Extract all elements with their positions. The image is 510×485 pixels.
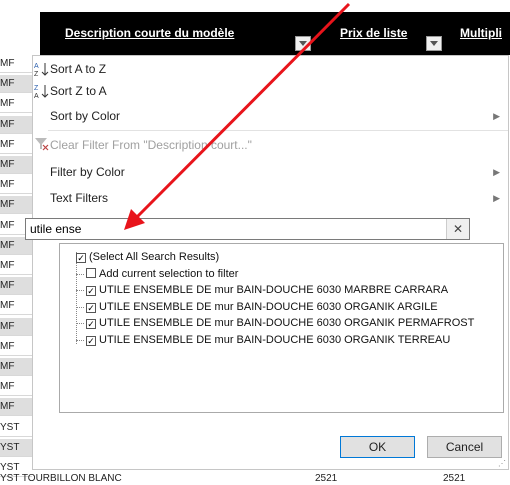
worksheet-left-strip: MF MF MF MF MF MF MF MF MF MF MF MF MF MF MF MF MF MF YST Y… (0, 55, 32, 477)
worksheet-cell: MF (0, 156, 32, 174)
filter-dropdown-button-price[interactable] (426, 36, 442, 51)
worksheet-cell: YST (0, 419, 32, 437)
clear-filter-icon (33, 135, 49, 151)
worksheet-cell: MF (0, 196, 32, 215)
worksheet-cell: MF (0, 338, 32, 356)
search-box: ✕ (25, 218, 470, 240)
bottom-row-value-1: 2521 (315, 473, 338, 484)
checkbox-checked[interactable]: ✓ (86, 286, 96, 296)
svg-text:A: A (34, 93, 39, 99)
worksheet-cell: MF (0, 398, 32, 417)
filter-value-label: UTILE ENSEMBLE DE mur BAIN-DOUCHE 6030 O… (99, 317, 475, 329)
menu-item-text-filters[interactable]: Text Filters ▶ (33, 188, 510, 208)
worksheet-cell: YST (0, 438, 32, 457)
filter-value-row[interactable]: ✓ UTILE ENSEMBLE DE mur BAIN-DOUCHE 6030 … (76, 283, 449, 298)
chevron-down-icon (299, 41, 307, 46)
filter-dropdown-button-description[interactable] (295, 36, 311, 51)
worksheet-bottom-row: YST TOURBILLON BLANC 2521 2521 (0, 473, 510, 485)
tree-connector (76, 306, 84, 308)
sort-ascending-icon: AZ (33, 61, 49, 78)
bottom-row-value-2: 2521 (443, 473, 466, 484)
bottom-row-text: YST TOURBILLON BLANC (0, 473, 122, 484)
menu-item-label: Clear Filter From "Description court..." (50, 138, 252, 152)
menu-item-label: Sort Z to A (50, 84, 107, 98)
filter-value-row[interactable]: ✓ UTILE ENSEMBLE DE mur BAIN-DOUCHE 6030 … (76, 316, 475, 331)
menu-item-sort-a-z[interactable]: AZ Sort A to Z (33, 59, 510, 79)
submenu-arrow-icon: ▶ (493, 111, 500, 121)
svg-text:Z: Z (34, 85, 39, 92)
add-selection-checkbox-row[interactable]: Add current selection to filter (76, 267, 239, 282)
menu-item-sort-z-a[interactable]: ZA Sort Z to A (33, 81, 510, 101)
autofilter-menu: AZ Sort A to Z ZA Sort Z to A Sort by Co… (25, 55, 510, 470)
tree-connector (76, 273, 84, 275)
menu-item-clear-filter[interactable]: Clear Filter From "Description court..." (33, 135, 510, 155)
filter-value-label: Add current selection to filter (99, 267, 239, 280)
checkbox-unchecked[interactable] (86, 267, 96, 278)
column-header-price: Prix de liste (340, 26, 408, 40)
column-header-description: Description courte du modèle (65, 26, 235, 40)
svg-text:Z: Z (34, 71, 39, 77)
submenu-arrow-icon: ▶ (493, 193, 500, 203)
menu-item-label: Filter by Color (50, 165, 125, 179)
worksheet-cell: MF (0, 317, 32, 336)
filter-value-row[interactable]: ✓ UTILE ENSEMBLE DE mur BAIN-DOUCHE 6030 … (76, 333, 451, 348)
menu-item-label: Text Filters (50, 191, 109, 205)
worksheet-cell: MF (0, 358, 32, 376)
worksheet-cell: MF (0, 95, 32, 114)
search-input[interactable] (26, 219, 444, 239)
cancel-button[interactable]: Cancel (427, 436, 502, 458)
submenu-arrow-icon: ▶ (493, 167, 500, 177)
menu-item-filter-by-color[interactable]: Filter by Color ▶ (33, 162, 510, 182)
svg-text:A: A (34, 63, 39, 70)
filter-value-label: UTILE ENSEMBLE DE mur BAIN-DOUCHE 6030 O… (99, 333, 451, 346)
filter-value-row[interactable]: ✓ UTILE ENSEMBLE DE mur BAIN-DOUCHE 6030 … (76, 300, 438, 315)
checkbox-checked[interactable]: ✓ (86, 335, 96, 346)
sort-descending-icon: ZA (33, 83, 49, 100)
menu-item-label: Sort by Color (50, 109, 121, 123)
tree-connector (76, 252, 77, 344)
column-header-row: Description courte du modèle Prix de lis… (0, 0, 510, 55)
tree-connector (76, 290, 84, 291)
worksheet-cell: MF (0, 277, 32, 296)
filter-value-label: UTILE ENSEMBLE DE mur BAIN-DOUCHE 6030 O… (99, 300, 438, 313)
menu-separator (48, 130, 508, 131)
close-icon[interactable]: ✕ (446, 219, 469, 239)
worksheet-cell: MF (0, 176, 32, 195)
filter-value-label: (Select All Search Results) (89, 251, 220, 263)
worksheet-cell: MF (0, 257, 32, 275)
worksheet-cell: MF (0, 136, 32, 154)
ok-button[interactable]: OK (340, 436, 415, 458)
filter-value-label: UTILE ENSEMBLE DE mur BAIN-DOUCHE 6030 M… (99, 284, 449, 296)
worksheet-cell: MF (0, 115, 32, 134)
select-all-checkbox-row[interactable]: ✓ (Select All Search Results) (76, 250, 219, 265)
tree-connector (76, 339, 84, 341)
filter-results-list: ✓ (Select All Search Results) Add current … (59, 243, 504, 413)
tree-connector (76, 323, 84, 324)
checkbox-checked[interactable]: ✓ (86, 302, 96, 313)
menu-item-sort-by-color[interactable]: Sort by Color ▶ (33, 106, 510, 126)
checkbox-checked[interactable]: ✓ (86, 319, 96, 329)
worksheet-cell: MF (0, 297, 32, 316)
column-header-multiplier: Multipli (460, 26, 502, 40)
worksheet-cell: MF (0, 75, 32, 94)
worksheet-cell: MF (0, 55, 32, 73)
menu-item-label: Sort A to Z (50, 62, 107, 76)
chevron-down-icon (430, 41, 438, 46)
resize-grip-icon[interactable]: ⋰ (498, 460, 506, 468)
worksheet-cell: MF (0, 378, 32, 397)
checkbox-checked[interactable]: ✓ (76, 253, 86, 263)
